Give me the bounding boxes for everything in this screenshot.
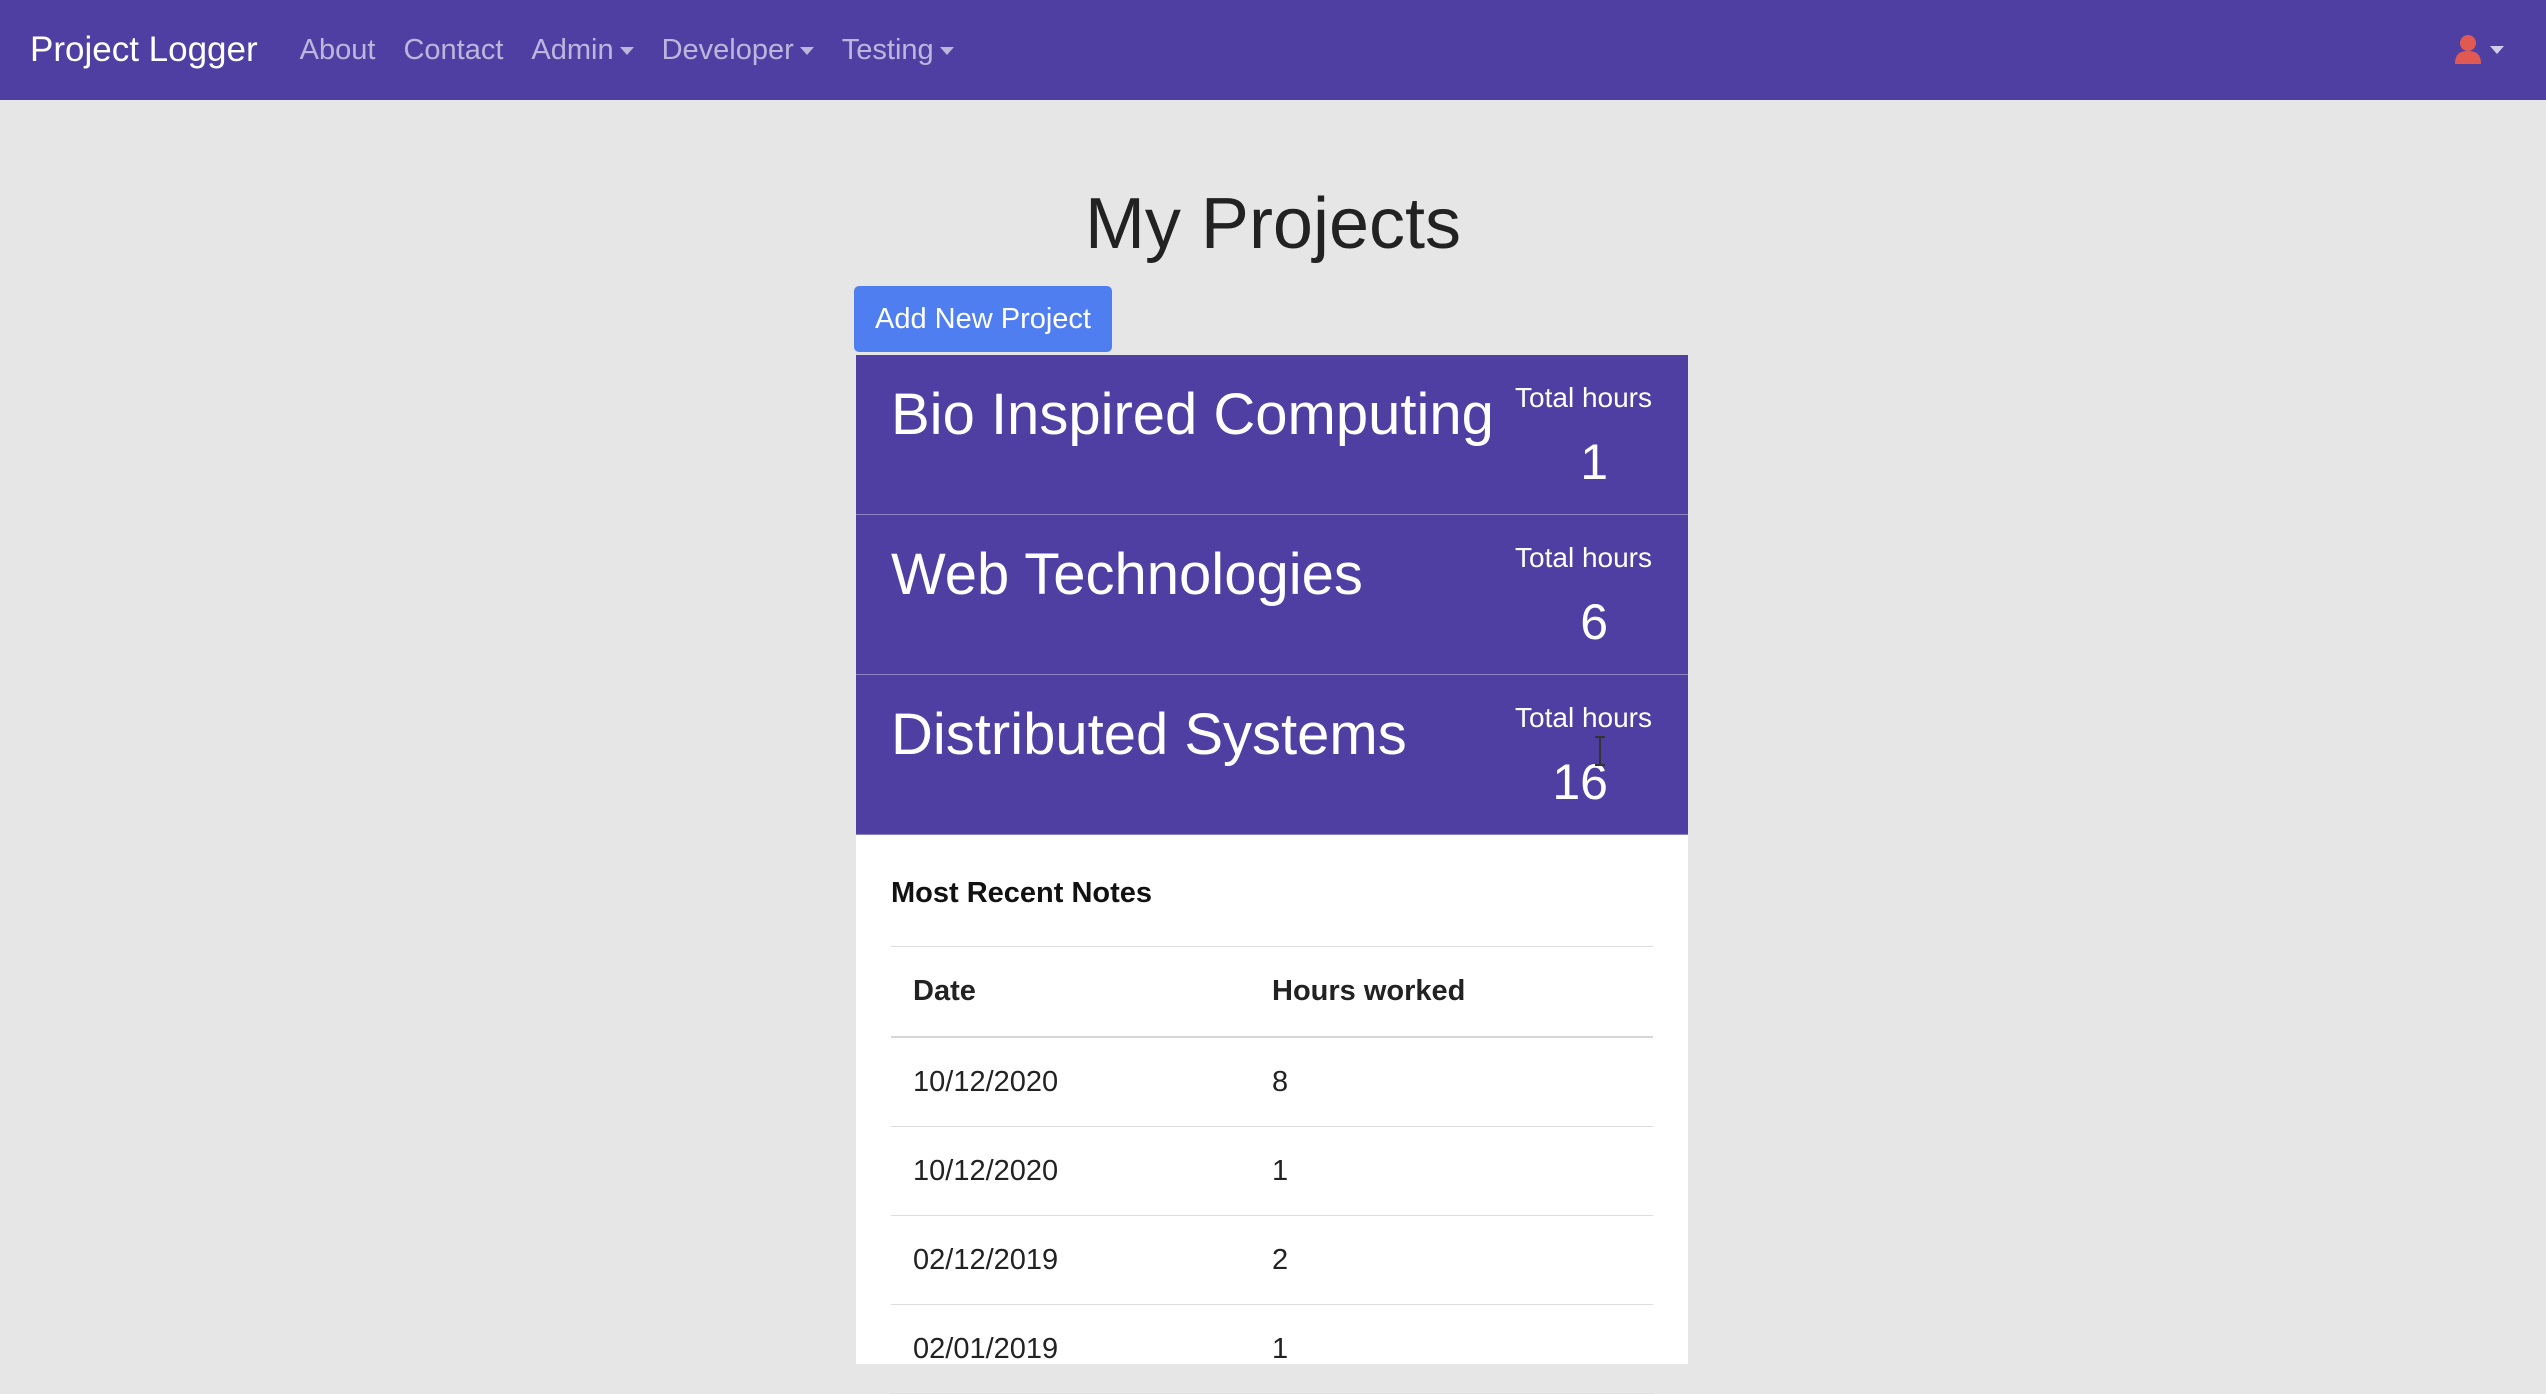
note-date-cell: 02/12/2019	[891, 1215, 1250, 1305]
recent-notes-table: Date Hours worked 10/12/2020 8 10/12/202…	[891, 946, 1653, 1394]
total-hours-label: Total hours	[1515, 542, 1652, 573]
total-hours-value: 6	[1580, 594, 1608, 650]
total-hours-label: Total hours	[1515, 382, 1652, 413]
recent-notes-panel: Most Recent Notes Date Hours worked 10/1…	[856, 835, 1688, 1394]
table-row: 10/12/2020 1	[891, 1126, 1653, 1216]
nav-admin-label: Admin	[531, 33, 614, 66]
project-card[interactable]: Distributed Systems Total hours 16	[856, 675, 1688, 835]
nav-developer-dropdown[interactable]: Developer	[662, 34, 814, 67]
nav-contact-link[interactable]: Contact	[403, 34, 503, 67]
caret-down-icon	[619, 47, 634, 55]
total-hours-value: 1	[1580, 434, 1608, 490]
nav-admin-dropdown[interactable]: Admin	[531, 33, 634, 67]
project-name: Web Technologies	[891, 542, 1363, 607]
date-column-header: Date	[891, 946, 1250, 1038]
note-hours-cell: 8	[1250, 1037, 1653, 1127]
project-list: Bio Inspired Computing Total hours 1 Web…	[856, 355, 1688, 835]
nav-about-link[interactable]: About	[300, 34, 376, 67]
nav-testing-label: Testing	[841, 33, 934, 66]
nav-about-label: About	[299, 33, 376, 66]
page-title: My Projects	[1084, 184, 1462, 264]
top-navbar: Project Logger About Contact Admin Devel…	[0, 0, 2546, 100]
caret-down-icon	[2490, 46, 2504, 54]
caret-down-icon	[939, 47, 954, 55]
user-icon	[2455, 35, 2481, 64]
recent-notes-title: Most Recent Notes	[891, 877, 1153, 909]
nav-testing-dropdown[interactable]: Testing	[842, 34, 954, 67]
table-row: 10/12/2020 8	[891, 1037, 1653, 1127]
note-date-cell: 10/12/2020	[891, 1037, 1250, 1127]
note-date-cell: 10/12/2020	[891, 1126, 1250, 1216]
table-header-row: Date Hours worked	[891, 946, 1653, 1038]
hours-worked-column-header: Hours worked	[1250, 946, 1653, 1038]
caret-down-icon	[799, 47, 814, 55]
table-row: 02/01/2019 1	[891, 1304, 1653, 1394]
project-card[interactable]: Web Technologies Total hours 6	[856, 515, 1688, 675]
project-name: Distributed Systems	[891, 702, 1407, 767]
note-hours-cell: 2	[1250, 1215, 1653, 1305]
project-name: Bio Inspired Computing	[891, 382, 1494, 447]
brand-link[interactable]: Project Logger	[30, 30, 258, 70]
note-date-cell: 02/01/2019	[891, 1304, 1250, 1394]
project-card[interactable]: Bio Inspired Computing Total hours 1	[856, 355, 1688, 515]
note-hours-cell: 1	[1250, 1304, 1653, 1394]
nav-contact-label: Contact	[403, 33, 504, 66]
table-row: 02/12/2019 2	[891, 1215, 1653, 1305]
nav-developer-label: Developer	[661, 33, 794, 66]
note-hours-cell: 1	[1250, 1126, 1653, 1216]
add-new-project-button[interactable]: Add New Project	[854, 286, 1112, 352]
user-menu-dropdown[interactable]	[2454, 34, 2504, 64]
total-hours-label: Total hours	[1515, 702, 1652, 733]
text-cursor-icon	[1595, 736, 1605, 766]
